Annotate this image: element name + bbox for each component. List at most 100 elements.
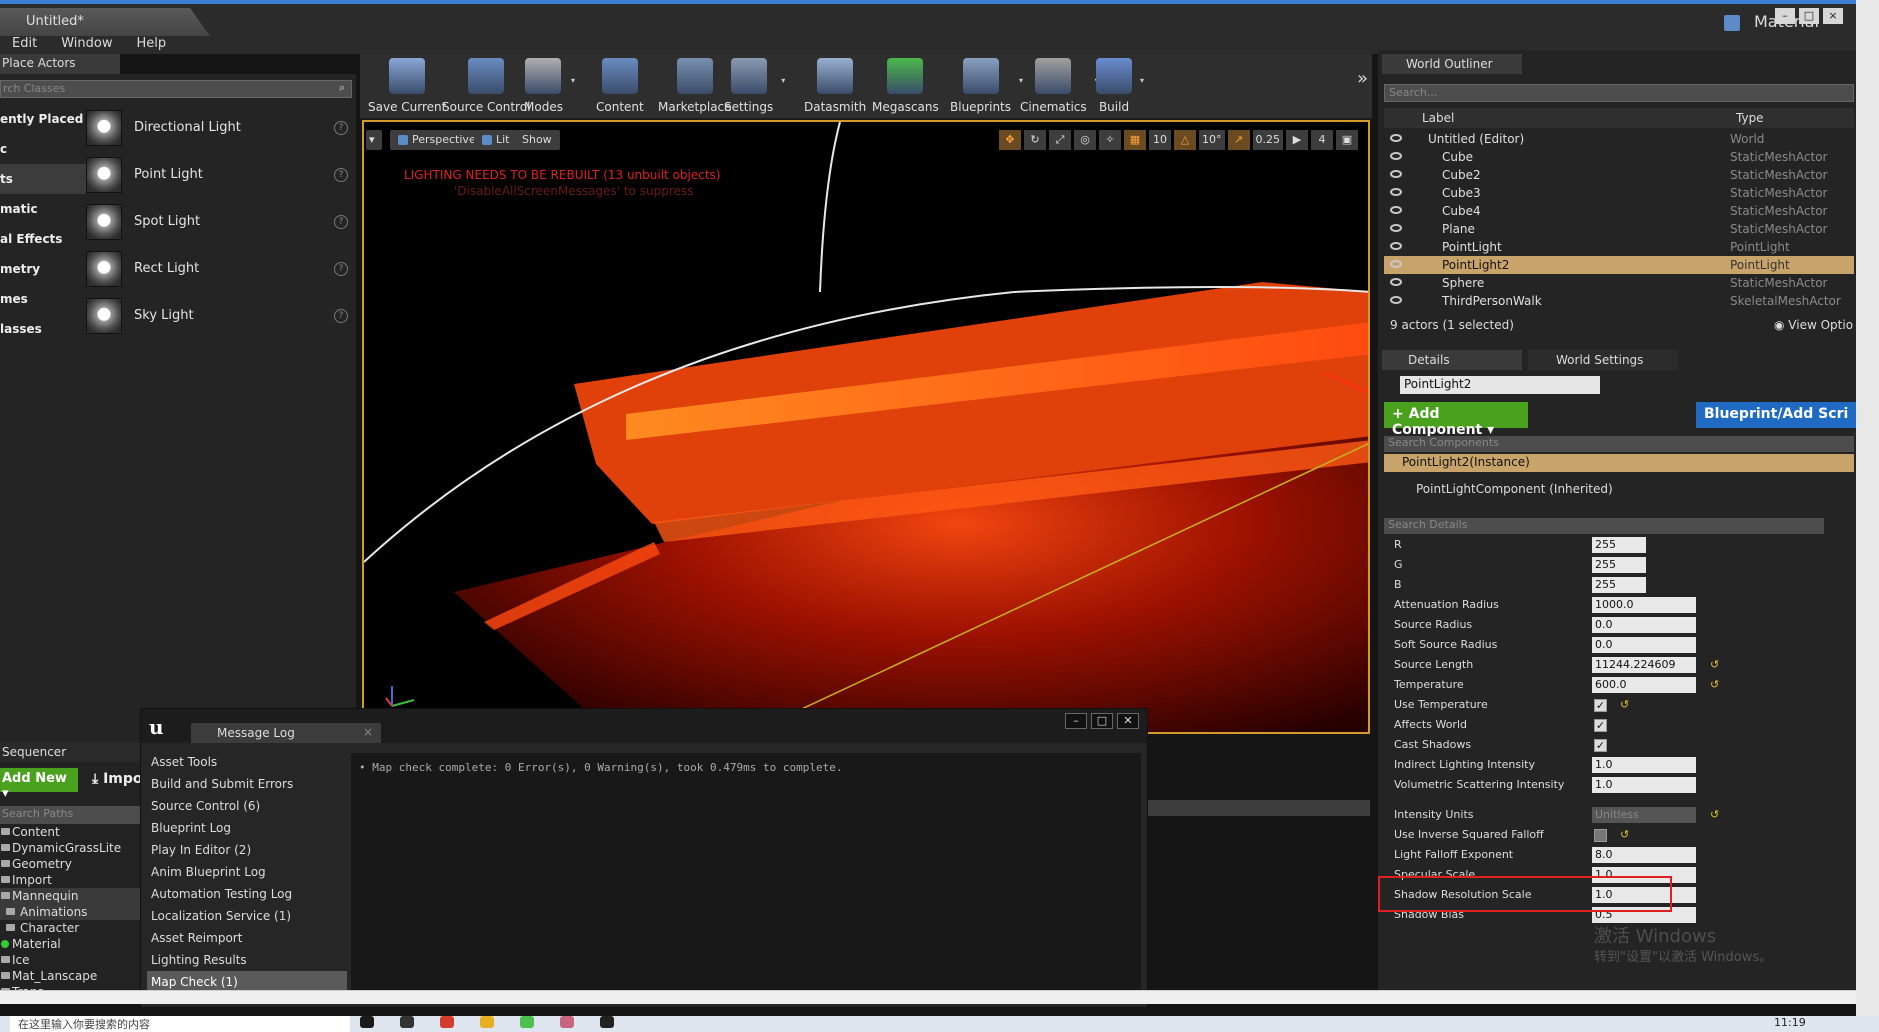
toolbar-button[interactable]: Build ▾ <box>1096 58 1144 118</box>
toolbar-overflow-icon[interactable]: » <box>1357 68 1368 89</box>
grid-snap-value[interactable]: 10 <box>1149 130 1171 150</box>
help-icon[interactable]: ? <box>334 167 348 182</box>
vertical-scrollbar[interactable] <box>1856 0 1879 1032</box>
task-view-icon[interactable] <box>400 1016 414 1028</box>
actor-category[interactable]: matic <box>0 194 86 224</box>
folder-item[interactable]: DynamicGrassLite <box>0 840 140 856</box>
import-button[interactable]: ⤓ Impo <box>90 768 145 790</box>
folder-item[interactable]: Mat_Lanscape <box>0 968 140 984</box>
outliner-row[interactable]: Plane StaticMeshActor <box>1384 220 1854 238</box>
visibility-eye-icon[interactable] <box>1390 242 1402 250</box>
log-category-item[interactable]: Build and Submit Errors <box>147 773 347 795</box>
view-options-button[interactable]: ◉ View Optio <box>1774 318 1853 332</box>
outliner-row[interactable]: Sphere StaticMeshActor <box>1384 274 1854 292</box>
point-light-component-row[interactable]: PointLightComponent (Inherited) <box>1416 482 1613 496</box>
camera-speed-value[interactable]: 4 <box>1311 130 1333 150</box>
folder-item[interactable]: Content <box>0 824 140 840</box>
menu-help[interactable]: Help <box>124 36 178 54</box>
add-new-button[interactable]: Add New ▾ <box>0 768 78 801</box>
component-instance-row[interactable]: PointLight2(Instance) <box>1384 454 1854 472</box>
minimize-button[interactable]: – <box>1065 713 1087 729</box>
visibility-eye-icon[interactable] <box>1390 170 1402 178</box>
property-value-field[interactable]: 255 <box>1592 537 1646 553</box>
outliner-row[interactable]: Cube2 StaticMeshActor <box>1384 166 1854 184</box>
property-value-field[interactable]: 1000.0 <box>1592 597 1696 613</box>
close-tab-icon[interactable]: × <box>363 725 373 739</box>
scale-mode-icon[interactable]: ⤢ <box>1049 130 1071 150</box>
menu-edit[interactable]: Edit <box>0 36 49 54</box>
folder-item[interactable]: Geometry <box>0 856 140 872</box>
actor-item[interactable]: Directional Light? <box>86 104 354 151</box>
help-icon[interactable]: ? <box>334 214 348 229</box>
outliner-col-label[interactable]: Label <box>1422 111 1454 125</box>
toolbar-button[interactable]: Settings ▾ <box>724 58 785 118</box>
unreal-taskbar-icon[interactable] <box>600 1016 614 1028</box>
property-value-field[interactable]: 255 <box>1592 557 1646 573</box>
property-value-field[interactable]: 8.0 <box>1592 847 1696 863</box>
property-value-field[interactable]: 1.0 <box>1592 757 1696 773</box>
actor-category[interactable]: ts <box>0 164 86 194</box>
help-icon[interactable]: ? <box>334 120 348 135</box>
visibility-eye-icon[interactable] <box>1390 188 1402 196</box>
search-icon[interactable] <box>360 1016 374 1028</box>
surface-snap-icon[interactable]: ✧ <box>1099 130 1121 150</box>
search-paths-input[interactable]: Search Paths <box>0 806 140 824</box>
outliner-row[interactable]: Untitled (Editor) World <box>1384 130 1854 148</box>
log-category-item[interactable]: Automation Testing Log <box>147 883 347 905</box>
property-value-field[interactable]: 255 <box>1592 577 1646 593</box>
scale-snap-icon[interactable]: ↗ <box>1227 130 1250 150</box>
property-checkbox[interactable] <box>1594 829 1607 842</box>
blueprint-add-script-button[interactable]: Blueprint/Add Scri <box>1696 402 1856 428</box>
actor-category[interactable]: c <box>0 134 86 164</box>
log-category-item[interactable]: Source Control (6) <box>147 795 347 817</box>
property-value-field[interactable]: 1.0 <box>1592 777 1696 793</box>
viewport-options-button[interactable]: ▾ <box>366 130 382 150</box>
actor-item[interactable]: Sky Light? <box>86 292 354 339</box>
chevron-down-icon[interactable]: ▾ <box>781 76 785 85</box>
chevron-down-icon[interactable]: ▾ <box>571 76 575 85</box>
outliner-row[interactable]: PointLight2 PointLight <box>1384 256 1854 274</box>
log-category-item[interactable]: Anim Blueprint Log <box>147 861 347 883</box>
property-value-field[interactable]: 600.0 <box>1592 677 1696 693</box>
select-mode-icon[interactable]: ✥ <box>999 130 1021 150</box>
folder-item[interactable]: Character <box>0 920 140 936</box>
visibility-eye-icon[interactable] <box>1390 206 1402 214</box>
property-checkbox[interactable]: ✓ <box>1594 739 1607 752</box>
log-category-item[interactable]: Lighting Results <box>147 949 347 971</box>
search-details-input[interactable]: Search Details <box>1384 518 1824 534</box>
log-category-item[interactable]: Localization Service (1) <box>147 905 347 927</box>
property-checkbox[interactable]: ✓ <box>1594 699 1607 712</box>
reset-to-default-icon[interactable]: ↺ <box>1620 698 1629 711</box>
camera-speed-icon[interactable]: ▶ <box>1286 130 1308 150</box>
actor-category[interactable]: lasses <box>0 314 86 344</box>
toolbar-button[interactable]: Content <box>596 58 644 118</box>
log-category-item[interactable]: Blueprint Log <box>147 817 347 839</box>
folder-item[interactable]: Animations <box>0 904 140 920</box>
wechat-icon[interactable] <box>520 1016 534 1028</box>
actor-item[interactable]: Point Light? <box>86 151 354 198</box>
log-category-item[interactable]: Asset Tools <box>147 751 347 773</box>
maximize-button[interactable]: □ <box>1799 8 1819 24</box>
level-viewport[interactable]: ▾ Perspective Lit Show ✥ ↻ ⤢ ◎ ✧ ▦ 10 △ … <box>362 120 1370 734</box>
menu-window[interactable]: Window <box>49 36 124 54</box>
minimize-button[interactable]: – <box>1775 8 1795 24</box>
world-settings-tab[interactable]: World Settings <box>1528 350 1678 370</box>
actor-category[interactable]: mes <box>0 284 86 314</box>
outliner-row[interactable]: Cube4 StaticMeshActor <box>1384 202 1854 220</box>
folder-item[interactable]: Ice <box>0 952 140 968</box>
outliner-row[interactable]: Cube3 StaticMeshActor <box>1384 184 1854 202</box>
perspective-button[interactable]: Perspective <box>390 130 484 150</box>
visibility-eye-icon[interactable] <box>1390 278 1402 286</box>
actor-name-field[interactable]: PointLight2 <box>1400 376 1600 394</box>
reset-to-default-icon[interactable]: ↺ <box>1710 678 1719 691</box>
lit-button[interactable]: Lit <box>474 130 518 150</box>
help-icon[interactable]: ? <box>334 308 348 323</box>
close-button[interactable]: × <box>1823 8 1843 24</box>
toolbar-button[interactable]: Source Control▾ <box>442 58 542 118</box>
toolbar-button[interactable]: Datasmith <box>804 58 866 118</box>
actor-category[interactable]: al Effects <box>0 224 86 254</box>
browser-icon[interactable] <box>440 1016 454 1028</box>
folder-item[interactable]: Import <box>0 872 140 888</box>
add-component-button[interactable]: + Add Component ▾ <box>1384 402 1528 438</box>
folder-item[interactable]: Material <box>0 936 140 952</box>
